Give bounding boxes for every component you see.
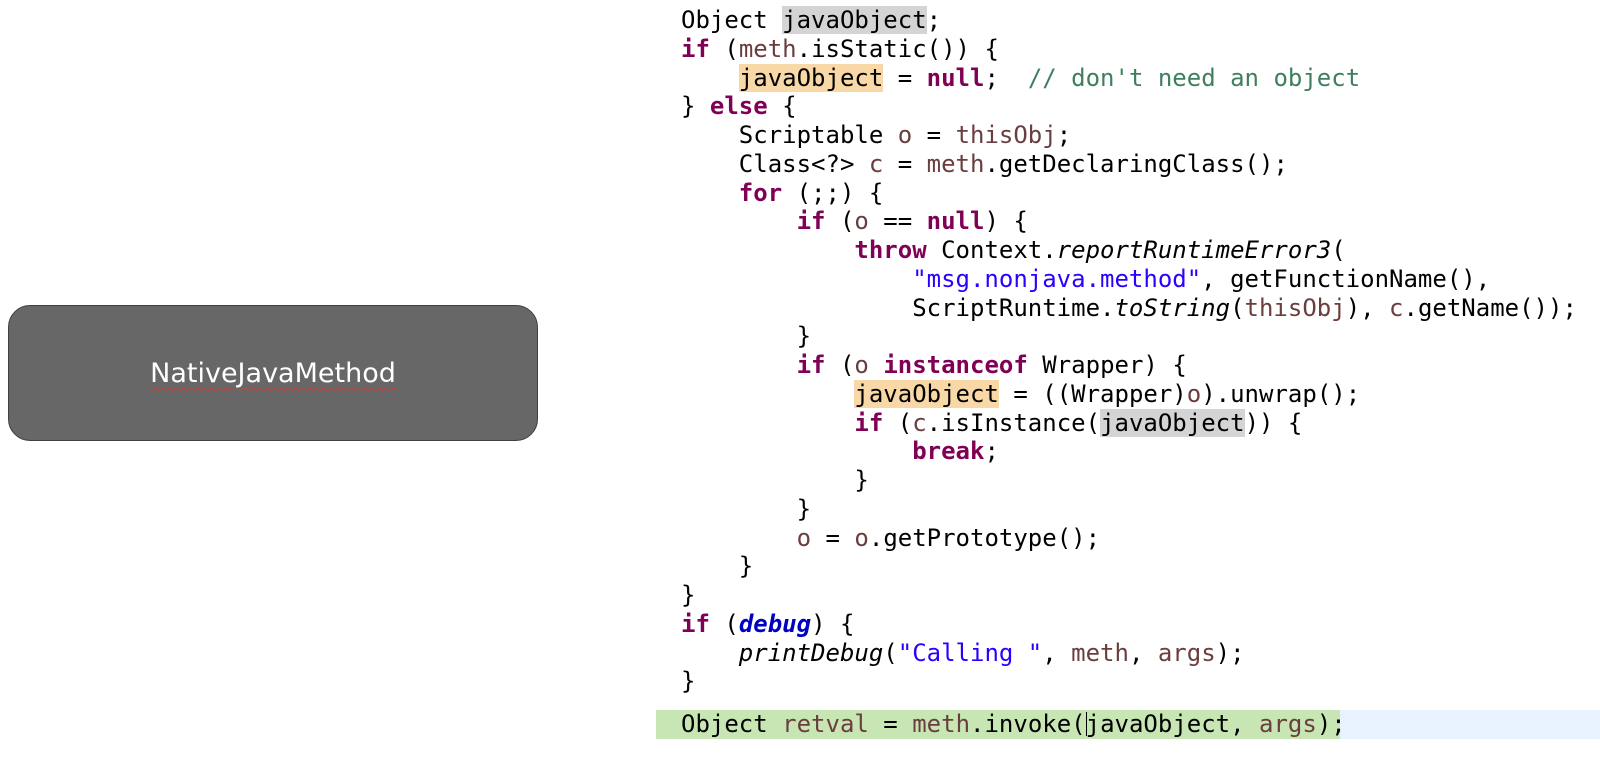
code-line: printDebug("Calling ", meth, args);	[738, 638, 1245, 667]
code-line: if (debug) {	[681, 609, 855, 638]
code-line: if (meth.isStatic()) {	[681, 34, 999, 63]
code-line: if (c.isInstance(javaObject)) {	[854, 408, 1303, 437]
code-line: if (o == null) {	[796, 207, 1028, 236]
code-line: }	[681, 552, 754, 581]
code-line: }	[681, 322, 812, 351]
code-line: javaObject = ((Wrapper)o).unwrap();	[854, 379, 1361, 408]
code-line: }	[681, 466, 869, 494]
code-line: if (o instanceof Wrapper) {	[796, 351, 1187, 379]
code-line: Scriptable o = thisObj;	[738, 121, 1072, 149]
current-code-line[interactable]: Object retval = meth.invoke(javaObject, …	[656, 710, 1600, 739]
code-line: }	[681, 581, 696, 609]
code-line: throw Context.reportRuntimeError3(	[854, 236, 1346, 264]
code-editor[interactable]: Object javaObject; if (meth.isStatic()) …	[656, 6, 1600, 739]
code-line: o = o.getPrototype();	[796, 523, 1101, 552]
class-name-label: NativeJavaMethod	[150, 357, 396, 389]
code-line: for (;;) {	[738, 178, 884, 207]
code-line: javaObject = null; // don't need an obje…	[738, 63, 1361, 92]
code-comment: // don't need an object	[1027, 63, 1361, 92]
code-line: Object javaObject;	[681, 6, 942, 34]
code-line: } else {	[681, 92, 797, 121]
class-name-box: NativeJavaMethod	[8, 305, 538, 441]
code-line: "msg.nonjava.method", getFunctionName(),	[912, 264, 1491, 293]
code-line: ScriptRuntime.toString(thisObj), c.getNa…	[912, 293, 1577, 322]
code-line: break;	[912, 437, 999, 466]
code-line: }	[681, 494, 812, 523]
slide: NativeJavaMethod Object javaObject; if (…	[0, 0, 1600, 771]
code-line: }	[681, 667, 696, 696]
code-line: Class<?> c = meth.getDeclaringClass();	[738, 149, 1288, 178]
